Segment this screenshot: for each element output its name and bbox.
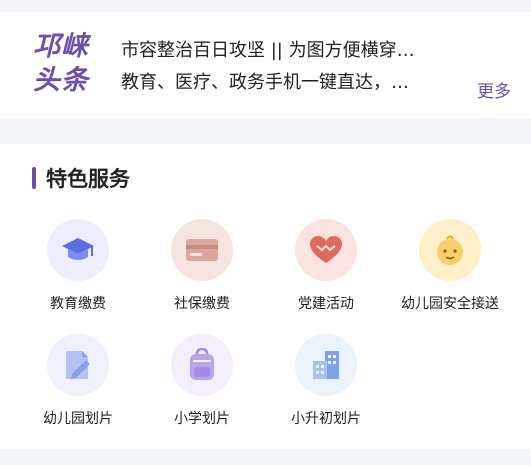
baby-face-icon [437,235,463,265]
service-primary-school-zoning[interactable]: 小学划片 [140,334,264,428]
service-label: 党建活动 [298,296,354,312]
heart-icon [310,236,342,263]
map-pencil-icon [66,351,90,379]
headline-2[interactable]: 教育、医疗、政务手机一键直达，… [121,68,451,94]
more-link[interactable]: 更多 [477,77,511,102]
news-card[interactable]: 邛崃 头条 市容整治百日攻坚 || 为图方便横穿… 教育、医疗、政务手机一键直达… [0,12,531,118]
section-title-text: 特色服务 [46,167,130,191]
service-icon-circle [47,219,109,281]
logo-line-2: 头条 [33,65,89,96]
service-label: 社保缴费 [174,296,230,312]
service-icon-circle [171,334,233,396]
buildings-icon [313,351,339,379]
service-kindergarten-pickup[interactable]: 幼儿园安全接送 [388,219,512,313]
service-label: 幼儿园安全接送 [401,296,499,312]
logo-line-1: 邛崃 [33,31,89,62]
section-title: 特色服务 [32,164,130,192]
featured-services-section: 特色服务 教育缴费 社保缴费 党建活动 幼儿园安全接送 幼儿园划片 小学划片 小… [0,144,531,449]
news-logo: 邛崃 头条 [33,30,99,100]
service-education-fee[interactable]: 教育缴费 [16,219,140,313]
service-social-security-fee[interactable]: 社保缴费 [140,219,264,313]
service-label: 幼儿园划片 [43,411,113,427]
service-kindergarten-zoning[interactable]: 幼儿园划片 [16,334,140,428]
service-label: 小学划片 [174,411,230,427]
card-icon [186,239,218,261]
service-icon-circle [295,334,357,396]
service-icon-circle [171,219,233,281]
graduation-cap-icon [62,238,94,260]
school-bag-icon [190,348,214,380]
service-icon-circle [295,219,357,281]
service-icon-circle [419,219,481,281]
section-title-bar [32,167,36,189]
service-icon-circle [47,334,109,396]
service-label: 小升初划片 [291,411,361,427]
service-party-activities[interactable]: 党建活动 [264,219,388,313]
service-label: 教育缴费 [50,296,106,312]
service-middle-school-zoning[interactable]: 小升初划片 [264,334,388,428]
headline-1[interactable]: 市容整治百日攻坚 || 为图方便横穿… [121,36,451,62]
